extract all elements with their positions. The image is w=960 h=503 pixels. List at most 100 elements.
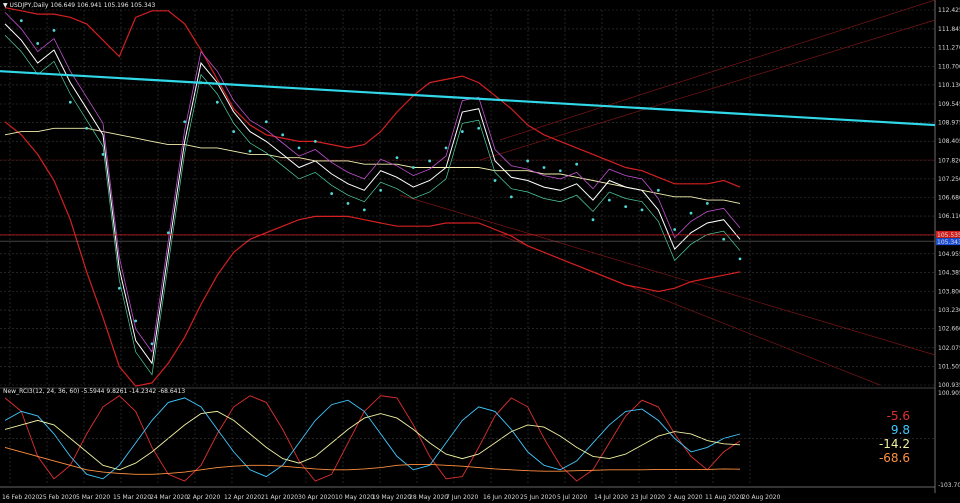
rci-readout-4: -68.6 [878, 451, 910, 465]
sar-dot [689, 211, 693, 215]
sar-dot [542, 166, 546, 169]
sar-dot [264, 120, 268, 124]
sar-dot [575, 162, 579, 166]
date-tick-label: 25 Jun 2020 [520, 494, 556, 501]
sar-dot [166, 231, 170, 235]
current-price-label: 105.343 [937, 239, 960, 246]
chart-canvas[interactable]: 112.425 111.845 111.270 110.700 110.130 109.5… [0, 0, 960, 503]
sar-dot [52, 28, 56, 32]
sar-dot [330, 192, 334, 195]
sar-dot [313, 139, 317, 143]
price-tick-label: 106.680 [938, 195, 960, 202]
sar-dot [19, 19, 23, 23]
date-tick-label: 23 Jul 2020 [631, 494, 665, 501]
sar-dot [134, 319, 138, 323]
level-price-label: 105.535 [937, 232, 960, 239]
sar-dot [673, 228, 677, 231]
date-tick-label: 30 Apr 2020 [298, 494, 335, 501]
date-tick-label: 16 Feb 2020 [2, 494, 40, 501]
price-tick-label: 102.660 [938, 326, 960, 333]
sar-dot [493, 179, 497, 182]
price-tick-label: 110.700 [938, 63, 960, 70]
sar-dot [232, 130, 236, 133]
date-tick-label: 21 Apr 2020 [261, 494, 298, 501]
envelope-line [4, 35, 741, 376]
price-tick-label: 109.545 [938, 101, 960, 108]
sar-dot [101, 153, 105, 156]
date-tick-label: 2 Apr 2020 [187, 494, 220, 501]
chart-stage[interactable]: 112.425 111.845 111.270 110.700 110.130 109.5… [0, 0, 960, 503]
price-tick-label: 110.130 [938, 82, 960, 89]
sar-dot [444, 146, 448, 150]
close-price-line [4, 23, 741, 365]
sar-dot [346, 201, 350, 205]
date-tick-label: 16 Jun 2020 [483, 494, 519, 501]
sar-dot [705, 201, 709, 205]
rci-readout-2: 9.8 [890, 423, 910, 437]
sar-dot [722, 237, 726, 241]
sar-dot [297, 146, 301, 150]
sar-dot [607, 198, 611, 202]
date-tick-label: 20 Aug 2020 [742, 494, 781, 501]
sar-dot [738, 257, 742, 261]
price-tick-label: 106.110 [938, 213, 960, 220]
date-tick-label: 12 Apr 2020 [224, 494, 261, 501]
price-tick-label: 111.845 [938, 26, 960, 33]
price-tick-label: 101.505 [938, 363, 960, 370]
price-tick-label: 112.425 [938, 7, 960, 14]
date-tick-label: 15 Mar 2020 [113, 494, 151, 501]
sar-dot [558, 169, 562, 173]
sar-dot [183, 120, 187, 124]
chart-menu-icon[interactable]: ▼ [3, 2, 8, 9]
indicator-tick-label: -103.706 [938, 482, 960, 489]
sar-dot [85, 126, 89, 130]
date-tick-label: 24 Mar 2020 [150, 494, 188, 501]
channel-line [399, 194, 936, 356]
date-tick-label: 2 Aug 2020 [668, 494, 703, 501]
sar-dot [411, 166, 415, 169]
sar-dot [36, 42, 40, 45]
channel-line [479, 19, 936, 161]
sar-dot [477, 126, 481, 130]
main-trendline [0, 70, 936, 127]
sar-dot [624, 205, 628, 209]
sar-dot [656, 188, 660, 192]
price-tick-label: 111.270 [938, 45, 960, 52]
sar-dot [117, 286, 121, 290]
sar-dot [379, 188, 383, 192]
price-tick-label: 104.955 [938, 251, 960, 258]
sar-dot [248, 149, 252, 153]
price-tick-label: 108.405 [938, 138, 960, 145]
sar-dot [68, 100, 72, 104]
price-tick-label: 104.385 [938, 269, 960, 276]
price-tick-label: 100.935 [938, 382, 960, 389]
rci-readout-1: -5.6 [886, 409, 910, 423]
date-tick-label: 5 Jul 2020 [557, 494, 587, 501]
chart-title: USDJPY,Daily [9, 2, 49, 9]
sar-dot [640, 208, 644, 212]
date-tick-label: 11 Aug 2020 [705, 494, 744, 501]
sar-dot [215, 100, 219, 104]
sar-dot [281, 133, 285, 137]
sar-dot [428, 159, 432, 163]
chart-title-bar: ▼ USDJPY,Daily 106.649 106.941 105.196 1… [3, 2, 155, 9]
ohlc-readout: 106.649 106.941 105.196 105.343 [50, 2, 156, 9]
price-tick-label: 103.230 [938, 307, 960, 314]
sar-dot [526, 159, 530, 163]
sar-dot [150, 342, 154, 346]
date-tick-label: 7 Jun 2020 [446, 494, 478, 501]
indicator-label: New_RCI3(12, 24, 36, 60) -5.5944 9.8261 … [3, 388, 186, 395]
price-tick-label: 102.075 [938, 345, 960, 352]
sar-dot [395, 156, 399, 160]
rci-series-line [4, 410, 741, 471]
price-tick-label: 107.820 [938, 157, 960, 164]
envelope-line [4, 12, 741, 353]
price-tick-label: 103.800 [938, 288, 960, 295]
sar-dot [460, 130, 464, 133]
date-tick-label: 28 May 2020 [409, 494, 448, 501]
sar-dot [509, 195, 513, 199]
date-tick-label: 5 Mar 2020 [76, 494, 110, 501]
indicator-title: New_RCI3(12, 24, 36, 60) -5.5944 9.8261 … [3, 388, 185, 395]
date-tick-label: 25 Feb 2020 [39, 494, 77, 501]
price-tick-label: 108.975 [938, 120, 960, 127]
